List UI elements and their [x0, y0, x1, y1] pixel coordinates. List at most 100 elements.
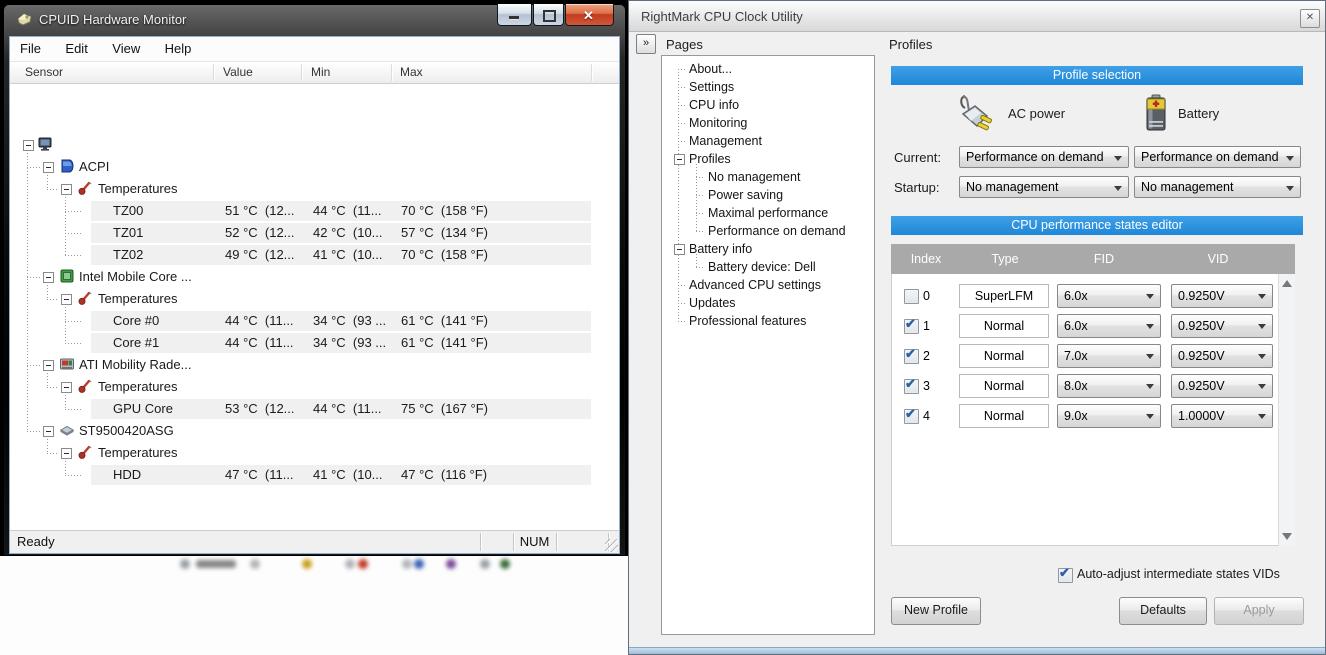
collapse-toggle[interactable] — [23, 140, 34, 151]
page-item-profiles[interactable]: Profiles — [662, 150, 874, 168]
vid-select[interactable]: 0.9250V — [1171, 284, 1273, 308]
page-item-power-saving[interactable]: Power saving — [662, 186, 874, 204]
sensor-value: 47 °C (11... — [225, 467, 294, 482]
pstate-type-field[interactable]: Normal — [959, 314, 1049, 338]
page-item-battery-info[interactable]: Battery info — [662, 240, 874, 258]
menu-help[interactable]: Help — [155, 37, 202, 56]
vid-select[interactable]: 0.9250V — [1171, 374, 1273, 398]
chevron-down-icon — [1258, 294, 1266, 299]
pstate-row-4: ✔ 4 Normal 9.0x 1.0000V — [891, 404, 1295, 428]
tree-row-temperatures[interactable]: Temperatures — [10, 288, 619, 310]
sensor-row-core0[interactable]: Core #0 44 °C (11... 34 °C (93 ... 61 °C… — [10, 310, 619, 332]
sensor-row-hdd[interactable]: HDD 47 °C (11... 41 °C (10... 47 °C (116… — [10, 464, 619, 486]
apply-button[interactable]: Apply — [1214, 597, 1304, 625]
pstate-type-field[interactable]: Normal — [959, 344, 1049, 368]
collapse-toggle[interactable] — [61, 382, 72, 393]
fid-select[interactable]: 7.0x — [1057, 344, 1161, 368]
pstate-row-0: ✔ 0 SuperLFM 6.0x 0.9250V — [891, 284, 1295, 308]
sensor-row-tz00[interactable]: TZ00 51 °C (12... 44 °C (11... 70 °C (15… — [10, 200, 619, 222]
tree-row-hdd-device[interactable]: ST9500420ASG — [10, 420, 619, 442]
collapse-toggle[interactable] — [674, 154, 685, 165]
num-lock-indicator: NUM — [519, 534, 550, 549]
resize-grip[interactable] — [605, 539, 618, 552]
page-item-updates[interactable]: Updates — [662, 294, 874, 312]
sensor-row-gpu-core[interactable]: GPU Core 53 °C (12... 44 °C (11... 75 °C… — [10, 398, 619, 420]
page-item-no-management[interactable]: No management — [662, 168, 874, 186]
tree-row-temperatures[interactable]: Temperatures — [10, 178, 619, 200]
sensor-row-tz01[interactable]: TZ01 52 °C (12... 42 °C (10... 57 °C (13… — [10, 222, 619, 244]
tree-row-intel-cpu[interactable]: Intel Mobile Core ... — [10, 266, 619, 288]
menu-edit[interactable]: Edit — [55, 37, 97, 56]
collapse-toggle[interactable] — [61, 184, 72, 195]
sensor-min: 44 °C (11... — [313, 203, 382, 218]
tree-row-temperatures[interactable]: Temperatures — [10, 376, 619, 398]
page-item-battery-device[interactable]: Battery device: Dell — [662, 258, 874, 276]
tree-row-acpi[interactable]: ACPI — [10, 156, 619, 178]
pstate-type-field[interactable]: SuperLFM — [959, 284, 1049, 308]
pstate-checkbox[interactable]: ✔ — [904, 376, 919, 394]
page-item-management[interactable]: Management — [662, 132, 874, 150]
pstate-type-field[interactable]: Normal — [959, 404, 1049, 428]
column-vid: VID — [1207, 252, 1229, 266]
page-item-advanced-cpu-settings[interactable]: Advanced CPU settings — [662, 276, 874, 294]
tree-row-ati-gpu[interactable]: ATI Mobility Rade... — [10, 354, 619, 376]
menu-file[interactable]: File — [10, 37, 51, 56]
page-item-maximal-performance[interactable]: Maximal performance — [662, 204, 874, 222]
cpu-icon — [60, 269, 74, 283]
column-header-min[interactable]: Min — [311, 65, 330, 79]
fid-select[interactable]: 8.0x — [1057, 374, 1161, 398]
column-header-max[interactable]: Max — [400, 65, 423, 79]
collapse-toggle[interactable] — [61, 294, 72, 305]
collapse-toggle[interactable] — [43, 162, 54, 173]
column-header-sensor[interactable]: Sensor — [25, 65, 63, 79]
new-profile-button[interactable]: New Profile — [891, 597, 981, 625]
close-button[interactable]: ✕ — [565, 4, 614, 26]
page-item-performance-on-demand[interactable]: Performance on demand — [662, 222, 874, 240]
collapse-toggle[interactable] — [43, 272, 54, 283]
page-item-professional-features[interactable]: Professional features — [662, 312, 874, 330]
page-item-cpu-info[interactable]: CPU info — [662, 96, 874, 114]
hwmonitor-window: CPUID Hardware Monitor ✕ File Edit View … — [3, 4, 626, 556]
collapse-panel-button[interactable]: » — [636, 34, 656, 54]
fid-select[interactable]: 9.0x — [1057, 404, 1161, 428]
battery-startup-profile-select[interactable]: No management — [1134, 176, 1301, 198]
column-header-value[interactable]: Value — [223, 65, 253, 79]
scroll-down-icon[interactable] — [1282, 533, 1292, 540]
pstate-checkbox[interactable]: ✔ — [904, 346, 919, 364]
auto-adjust-checkbox[interactable]: ✔ — [1058, 565, 1073, 583]
desktop-background — [0, 556, 628, 655]
collapse-toggle[interactable] — [61, 448, 72, 459]
battery-current-profile-select[interactable]: Performance on demand — [1134, 146, 1301, 168]
collapse-toggle[interactable] — [674, 244, 685, 255]
vid-select[interactable]: 0.9250V — [1171, 344, 1273, 368]
page-item-about[interactable]: About... — [662, 60, 874, 78]
tree-row-temperatures[interactable]: Temperatures — [10, 442, 619, 464]
collapse-toggle[interactable] — [43, 426, 54, 437]
pstate-checkbox[interactable]: ✔ — [904, 316, 919, 334]
sensor-row-core1[interactable]: Core #1 44 °C (11... 34 °C (93 ... 61 °C… — [10, 332, 619, 354]
maximize-button[interactable] — [533, 4, 564, 26]
page-item-settings[interactable]: Settings — [662, 78, 874, 96]
vid-select[interactable]: 1.0000V — [1171, 404, 1273, 428]
pstate-type-field[interactable]: Normal — [959, 374, 1049, 398]
chevron-down-icon — [1146, 324, 1154, 329]
chevron-down-icon — [1114, 186, 1122, 191]
minimize-button[interactable] — [497, 4, 532, 26]
ac-startup-profile-select[interactable]: No management — [959, 176, 1129, 198]
device-icon — [61, 159, 74, 173]
menu-view[interactable]: View — [102, 37, 150, 56]
fid-select[interactable]: 6.0x — [1057, 284, 1161, 308]
column-index: Index — [910, 252, 942, 266]
vid-select[interactable]: 0.9250V — [1171, 314, 1273, 338]
fid-select[interactable]: 6.0x — [1057, 314, 1161, 338]
defaults-button[interactable]: Defaults — [1119, 597, 1207, 625]
tree-row-computer[interactable] — [10, 134, 619, 156]
pstate-checkbox[interactable]: ✔ — [904, 289, 919, 304]
sensor-row-tz02[interactable]: TZ02 49 °C (12... 41 °C (10... 70 °C (15… — [10, 244, 619, 266]
pstate-index: 2 — [923, 349, 930, 363]
close-button[interactable]: ✕ — [1300, 9, 1320, 28]
collapse-toggle[interactable] — [43, 360, 54, 371]
pstate-checkbox[interactable]: ✔ — [904, 406, 919, 424]
page-item-monitoring[interactable]: Monitoring — [662, 114, 874, 132]
ac-current-profile-select[interactable]: Performance on demand — [959, 146, 1129, 168]
